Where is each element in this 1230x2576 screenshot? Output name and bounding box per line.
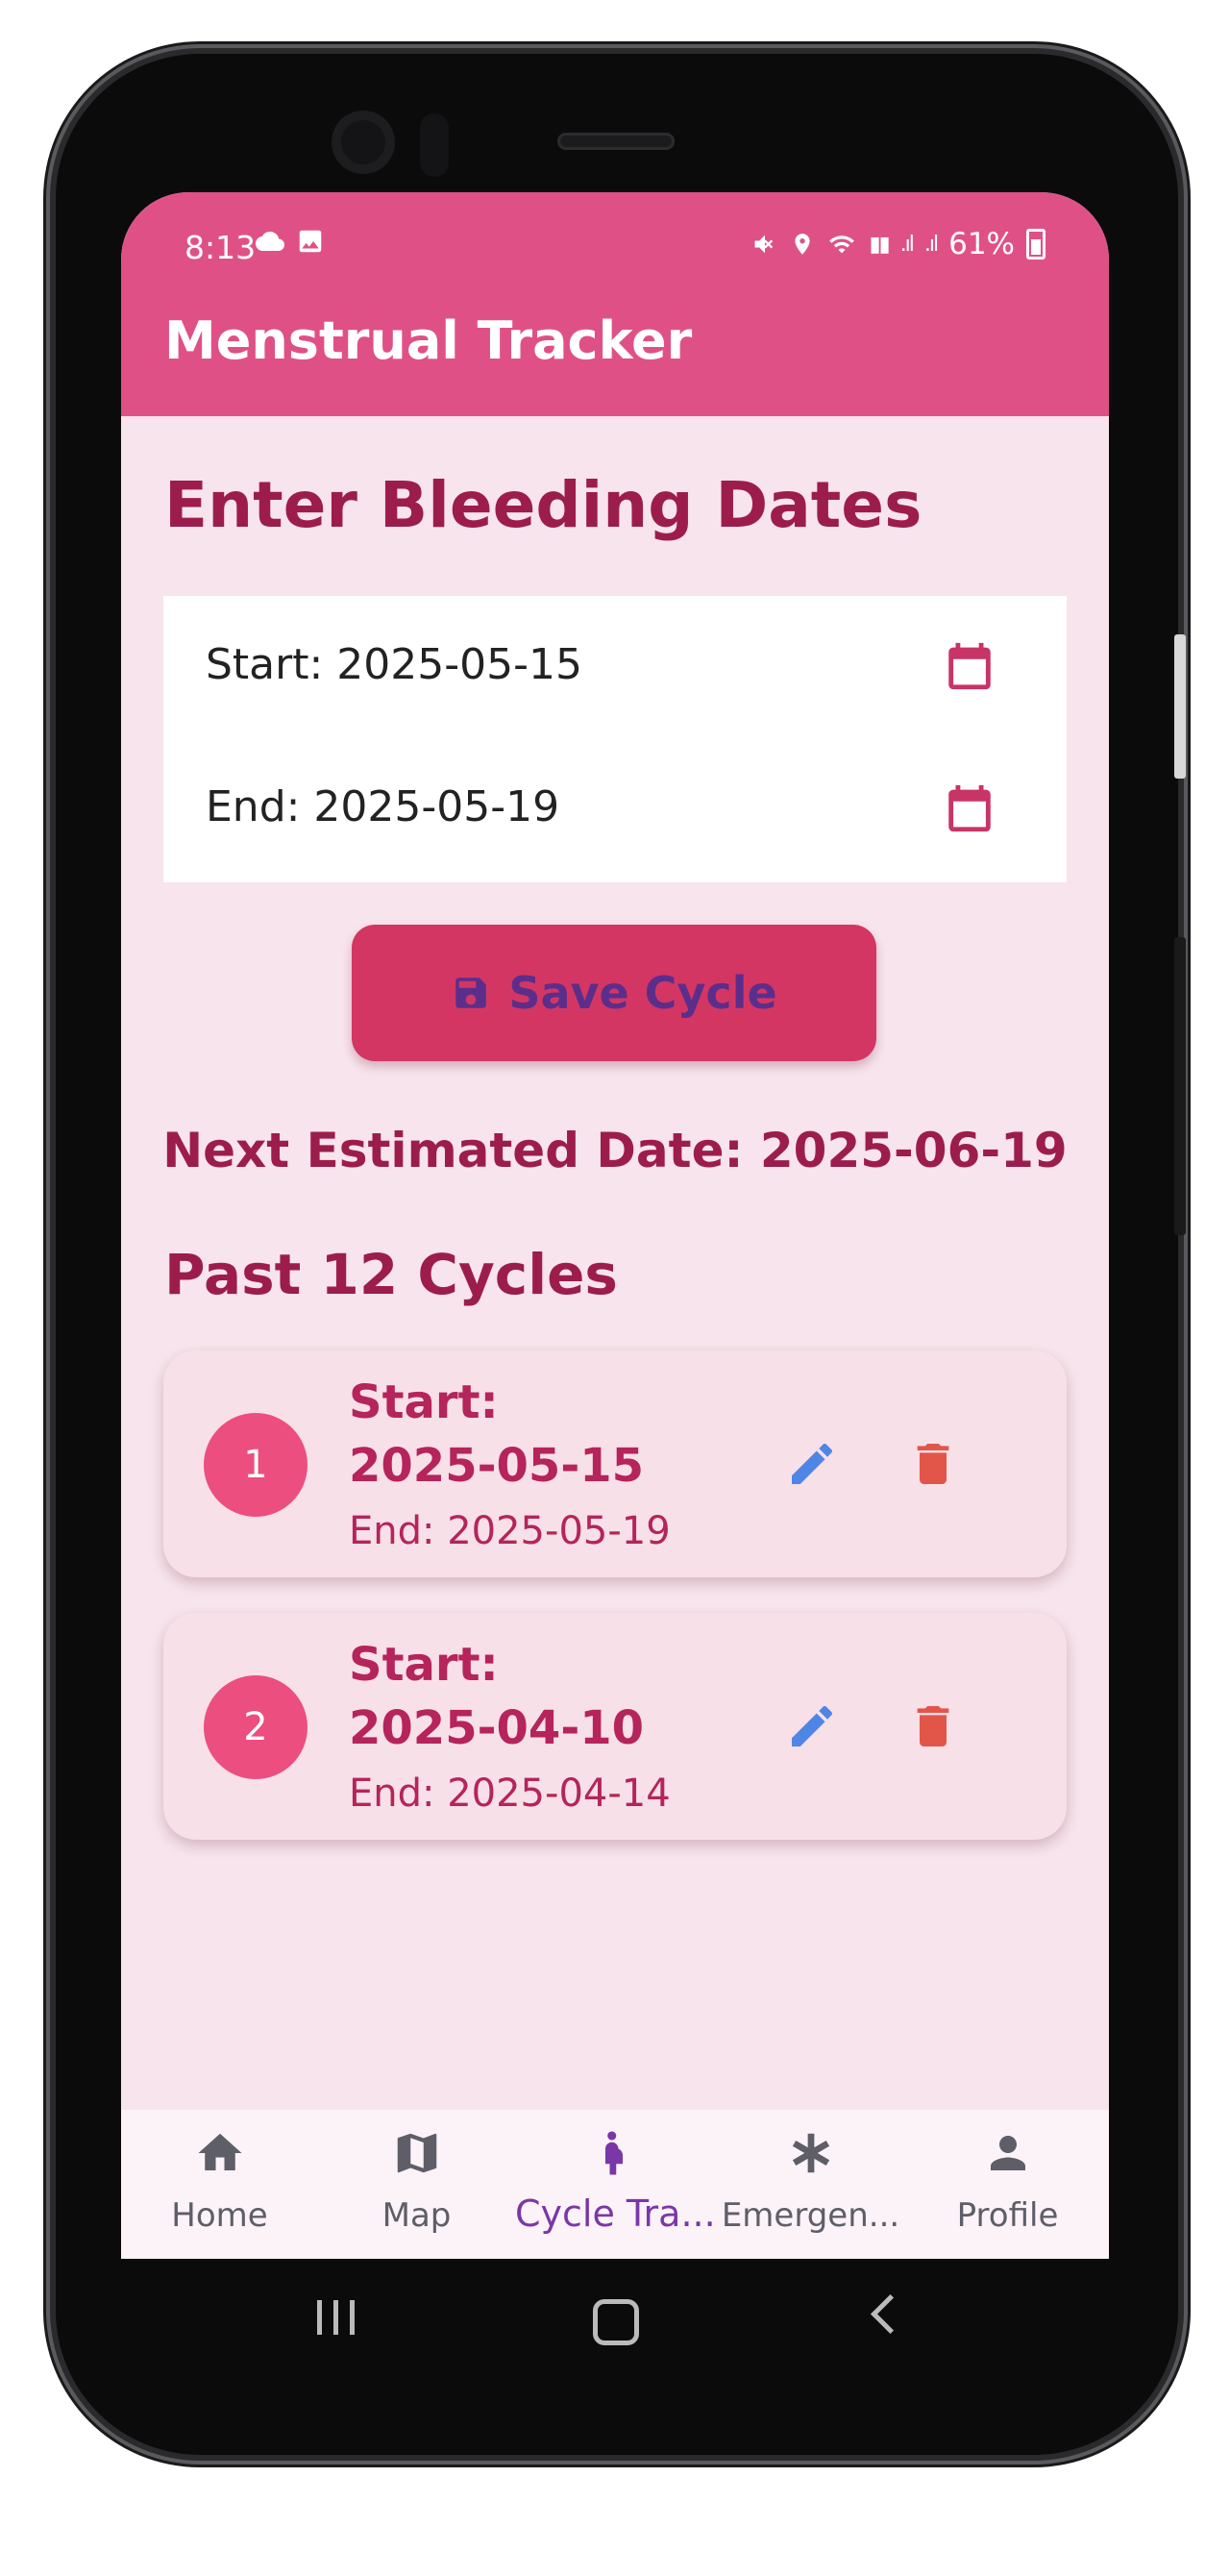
map-icon <box>397 2133 437 2173</box>
status-time: 8:13 <box>184 229 257 266</box>
person-icon <box>991 2136 1025 2170</box>
status-right-icons: ▮▮ .ıl .ıl 61% <box>751 227 1046 261</box>
app-title: Menstrual Tracker <box>164 310 693 371</box>
cycle-start-label: Start: <box>349 1638 499 1692</box>
save-cycle-button[interactable]: Save Cycle <box>352 925 876 1061</box>
signal-icon: .ıl <box>899 232 915 257</box>
pregnant-woman-icon <box>605 2131 623 2175</box>
bottom-navigation: Home Map Cycle Tra... Emergen... Profile <box>121 2110 1109 2259</box>
mute-icon <box>754 235 774 254</box>
save-button-label: Save Cycle <box>508 967 777 1019</box>
nav-label: Cycle Tra... <box>515 2192 716 2235</box>
cycle-card: 2 Start: 2025-04-10 End: 2025-04-14 <box>163 1613 1067 1840</box>
app-screen: 8:13 ▮▮ .ıl .ıl 61% Menstrual Tracker En… <box>121 192 1109 2259</box>
date-card: Start: 2025-05-15 End: 2025-05-19 <box>163 596 1067 882</box>
battery-percent: 61% <box>948 227 1015 261</box>
location-icon <box>795 234 811 255</box>
front-camera <box>332 111 395 174</box>
edit-icon[interactable] <box>785 1699 839 1753</box>
edit-icon[interactable] <box>785 1437 839 1491</box>
form-heading: Enter Bleeding Dates <box>164 468 922 542</box>
cloud-icon <box>256 232 284 251</box>
cycle-start-label: Start: <box>349 1375 499 1429</box>
cycle-card: 1 Start: 2025-05-15 End: 2025-05-19 <box>163 1350 1067 1577</box>
app-bar: 8:13 ▮▮ .ıl .ıl 61% Menstrual Tracker <box>121 192 1109 416</box>
start-date-row[interactable]: Start: 2025-05-15 <box>163 596 1067 738</box>
cycle-end-date: End: 2025-05-19 <box>349 1509 671 1553</box>
calendar-icon[interactable] <box>942 780 997 836</box>
asterisk-icon <box>792 2133 830 2173</box>
nav-label: Emergen... <box>721 2196 900 2235</box>
cycle-start-date: 2025-05-15 <box>349 1439 645 1493</box>
cycle-number-badge: 2 <box>204 1675 308 1779</box>
cycle-end-date: End: 2025-04-14 <box>349 1771 671 1816</box>
next-estimated-date: Next Estimated Date: 2025-06-19 <box>162 1123 1068 1178</box>
volte-icon: ▮▮ <box>869 232 890 257</box>
end-date-text: End: 2025-05-19 <box>206 782 560 831</box>
cycle-start-date: 2025-04-10 <box>349 1701 645 1755</box>
home-icon <box>198 2133 242 2170</box>
nav-label: Map <box>381 2196 452 2235</box>
delete-icon[interactable] <box>906 1699 960 1753</box>
battery-icon <box>1026 229 1046 260</box>
power-button <box>1174 937 1186 1235</box>
start-date-text: Start: 2025-05-15 <box>206 640 583 689</box>
earpiece-speaker <box>557 133 675 150</box>
status-left-icons <box>256 227 325 256</box>
nav-emergency[interactable]: Emergen... <box>712 2110 909 2259</box>
home-button[interactable] <box>593 2299 639 2345</box>
nav-map[interactable]: Map <box>318 2110 515 2259</box>
nav-label: Home <box>171 2196 268 2235</box>
nav-cycle-tracker[interactable]: Cycle Tra... <box>515 2110 716 2259</box>
image-icon <box>299 230 322 253</box>
side-button <box>1174 634 1186 779</box>
wifi-icon <box>829 235 855 254</box>
recents-button[interactable] <box>317 2300 355 2335</box>
calendar-icon[interactable] <box>942 638 997 694</box>
save-icon <box>455 978 487 1008</box>
sensor <box>420 113 449 177</box>
past-cycles-heading: Past 12 Cycles <box>164 1242 618 1307</box>
nav-home[interactable]: Home <box>121 2110 318 2259</box>
nav-profile[interactable]: Profile <box>909 2110 1106 2259</box>
nav-label: Profile <box>956 2196 1059 2235</box>
signal-icon-2: .ıl <box>923 232 939 257</box>
cycle-number-badge: 1 <box>204 1413 308 1517</box>
end-date-row[interactable]: End: 2025-05-19 <box>163 738 1067 880</box>
delete-icon[interactable] <box>906 1437 960 1491</box>
